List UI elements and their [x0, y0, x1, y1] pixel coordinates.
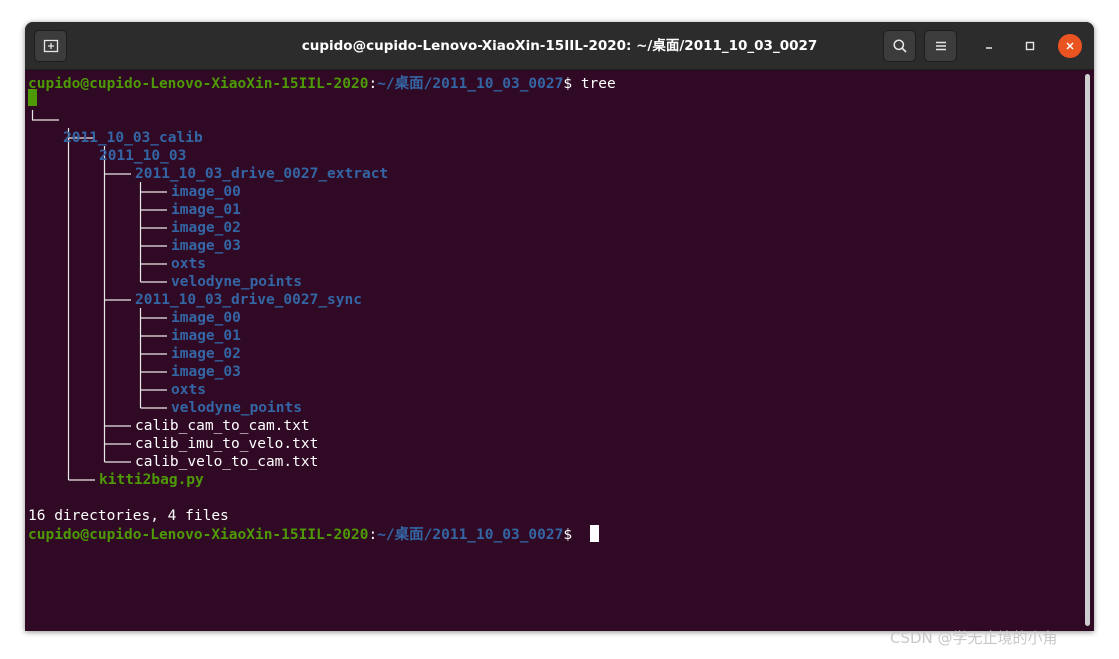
prompt-symbol: $: [563, 527, 581, 543]
terminal-window: cupido@cupido-Lenovo-XiaoXin-15IIL-2020:…: [25, 22, 1094, 631]
tree-extract-item: image_01: [171, 202, 241, 218]
tree-extract-item: oxts: [171, 256, 206, 272]
tree-sync-item: image_01: [171, 328, 241, 344]
new-tab-icon: [43, 39, 58, 53]
prompt-path: ~/桌面/2011_10_03_0027: [377, 76, 564, 92]
tree-file: calib_velo_to_cam.txt: [135, 454, 319, 470]
new-tab-button[interactable]: [34, 30, 67, 62]
tree-sync-item: velodyne_points: [171, 400, 302, 416]
tree-script-file: kitti2bag.py: [99, 472, 204, 488]
minimize-button[interactable]: [977, 34, 1001, 58]
tree-date-dir: 2011_10_03: [99, 148, 187, 164]
tree-file: calib_cam_to_cam.txt: [135, 418, 310, 434]
prompt-user-host: cupido@cupido-Lenovo-XiaoXin-15IIL-2020: [28, 527, 369, 543]
maximize-button[interactable]: [1018, 34, 1042, 58]
tree-sync-item: image_00: [171, 310, 241, 326]
tree-sync-item: image_03: [171, 364, 241, 380]
terminal-area[interactable]: cupido@cupido-Lenovo-XiaoXin-15IIL-2020:…: [25, 70, 1094, 631]
maximize-icon: [1025, 41, 1035, 51]
prompt-user-host: cupido@cupido-Lenovo-XiaoXin-15IIL-2020: [28, 76, 369, 92]
close-button[interactable]: [1058, 34, 1082, 58]
prompt-colon: :: [368, 76, 378, 92]
tree-sync-item: oxts: [171, 382, 206, 398]
prompt-line: cupido@cupido-Lenovo-XiaoXin-15IIL-2020:…: [28, 525, 599, 543]
search-button[interactable]: [883, 30, 916, 62]
tree-file: calib_imu_to_velo.txt: [135, 436, 319, 452]
input-cursor: [589, 525, 599, 542]
prompt-line: cupido@cupido-Lenovo-XiaoXin-15IIL-2020:…: [28, 75, 616, 93]
prompt-path: ~/桌面/2011_10_03_0027: [377, 527, 564, 543]
hamburger-menu-icon: [935, 41, 946, 51]
tree-sync-item: image_02: [171, 346, 241, 362]
minimize-icon: [986, 47, 992, 49]
tree-root-dir: 2011_10_03_calib: [63, 130, 203, 146]
tree-extract-dir: 2011_10_03_drive_0027_extract: [135, 166, 389, 182]
tree-extract-item: image_00: [171, 184, 241, 200]
tree-summary: 16 directories, 4 files: [28, 508, 229, 524]
tree-extract-item: image_03: [171, 238, 241, 254]
prompt-symbol: $: [563, 76, 581, 92]
search-icon: [892, 39, 907, 53]
close-icon: [1066, 42, 1074, 50]
watermark: CSDN @学无止境的小角: [890, 629, 1058, 647]
tree-sync-dir: 2011_10_03_drive_0027_sync: [135, 292, 362, 308]
tree-extract-item: velodyne_points: [171, 274, 302, 290]
title-bar: cupido@cupido-Lenovo-XiaoXin-15IIL-2020:…: [25, 22, 1094, 70]
command-text: tree: [580, 76, 616, 92]
scrollbar[interactable]: [1085, 74, 1090, 626]
prompt-colon: :: [368, 527, 378, 543]
tree-extract-item: image_02: [171, 220, 241, 236]
output-cursor: [28, 89, 37, 106]
menu-button[interactable]: [924, 30, 957, 62]
